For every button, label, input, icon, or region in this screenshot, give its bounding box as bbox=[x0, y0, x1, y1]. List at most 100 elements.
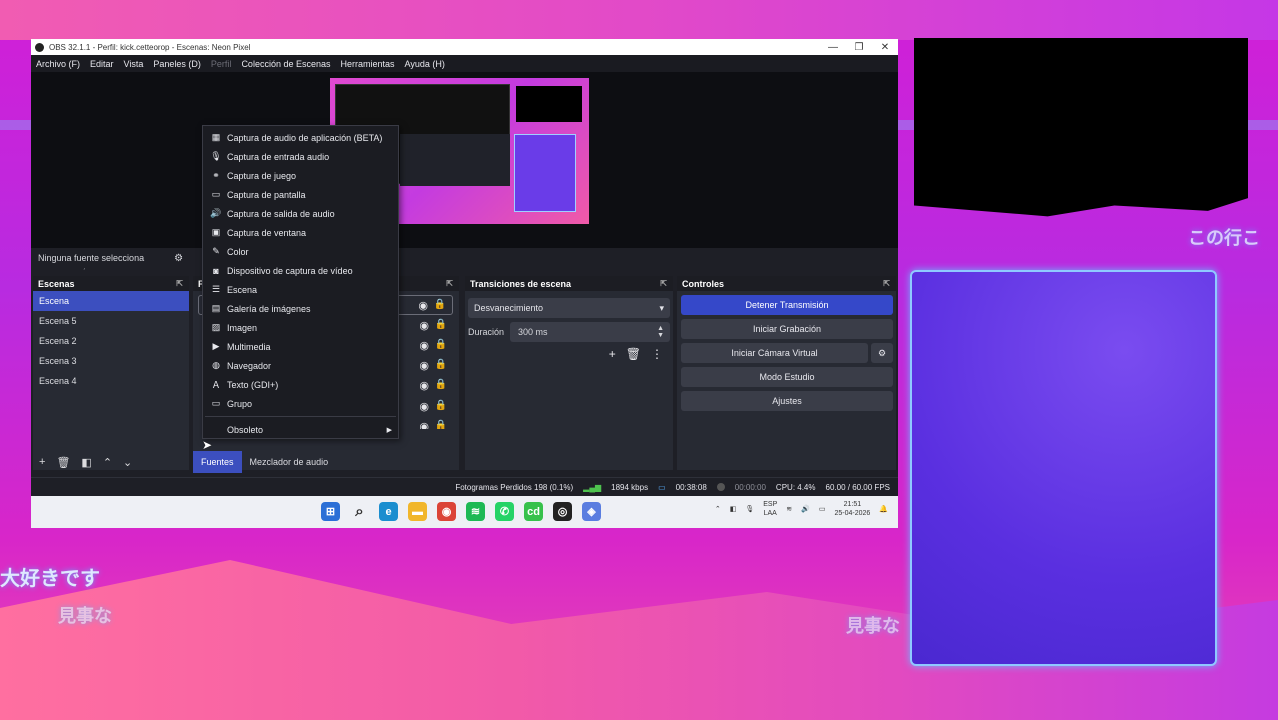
stepper-icon[interactable]: ▲ ▼ bbox=[657, 325, 664, 339]
lock-icon[interactable]: 🔒 bbox=[435, 400, 447, 411]
scene-item[interactable]: Escena 2 bbox=[33, 331, 189, 351]
spotify-icon[interactable]: ≋ bbox=[466, 502, 485, 521]
add-icon[interactable]: + bbox=[39, 456, 45, 468]
filter-icon[interactable]: ◧ bbox=[81, 456, 91, 469]
context-menu-item[interactable]: ▦ Captura de audio de aplicación (BETA) bbox=[203, 128, 398, 147]
cd-app-icon[interactable]: cd bbox=[524, 502, 543, 521]
context-menu-item[interactable]: ▨ Imagen bbox=[203, 318, 398, 337]
menu-file[interactable]: Archivo (F) bbox=[36, 59, 80, 69]
menu-view[interactable]: Vista bbox=[124, 59, 144, 69]
battery-icon[interactable]: ▭ bbox=[819, 505, 826, 513]
context-menu-item[interactable]: Ａ Texto (GDI+) bbox=[203, 375, 398, 394]
lock-icon[interactable]: 🔒 bbox=[435, 319, 447, 330]
context-menu-item[interactable]: ✎ Color bbox=[203, 242, 398, 261]
context-menu-item[interactable]: ▶ Multimedia bbox=[203, 337, 398, 356]
trash-icon[interactable]: 🗑 bbox=[626, 347, 641, 361]
studio-mode-button[interactable]: Modo Estudio bbox=[681, 367, 893, 387]
menu-help[interactable]: Ayuda (H) bbox=[405, 59, 445, 69]
notification-bell-icon[interactable]: 🔔 bbox=[879, 505, 888, 513]
transitions-dock: Transiciones de escena ⇱ Desvanecimiento… bbox=[465, 276, 673, 470]
language-indicator[interactable]: ESP LAA bbox=[763, 500, 777, 518]
minimize-button[interactable]: — bbox=[820, 42, 846, 53]
visibility-eye-icon[interactable]: ◉ bbox=[419, 319, 429, 332]
obs-icon[interactable]: ◎ bbox=[553, 502, 572, 521]
edge-icon[interactable]: e bbox=[379, 502, 398, 521]
maximize-button[interactable]: ❐ bbox=[846, 42, 872, 53]
visibility-eye-icon[interactable]: ◉ bbox=[419, 420, 429, 429]
context-menu-item[interactable]: ◙ Dispositivo de captura de vídeo bbox=[203, 261, 398, 280]
wifi-icon[interactable]: ≋ bbox=[786, 505, 792, 513]
whatsapp-icon[interactable]: ✆ bbox=[495, 502, 514, 521]
record-icon bbox=[716, 483, 725, 491]
context-menu-item[interactable]: ☰ Escena bbox=[203, 280, 398, 299]
gear-icon[interactable]: ⚙ bbox=[174, 253, 183, 264]
visibility-eye-icon[interactable]: ◉ bbox=[419, 400, 429, 413]
lock-icon[interactable]: 🔒 bbox=[435, 359, 447, 370]
menu-tools[interactable]: Herramientas bbox=[341, 59, 395, 69]
menu-scene-collection[interactable]: Colección de Escenas bbox=[241, 59, 330, 69]
dock-undock-icon[interactable]: ⇱ bbox=[446, 279, 453, 288]
context-menu-label: Texto (GDI+) bbox=[227, 379, 279, 390]
file-explorer-icon[interactable]: ▬ bbox=[408, 502, 427, 521]
preview-canvas[interactable]: — Zoom + Ajustar a la ventana ▼ bbox=[31, 72, 898, 270]
duration-input[interactable]: 300 ms ▲ ▼ bbox=[510, 322, 670, 342]
dock-undock-icon[interactable]: ⇱ bbox=[660, 279, 667, 288]
context-menu-item[interactable]: 🔊 Captura de salida de audio bbox=[203, 204, 398, 223]
scene-item[interactable]: Escena 5 bbox=[33, 311, 189, 331]
tray-app-icon[interactable]: ◧ bbox=[730, 505, 737, 513]
context-menu-item[interactable]: ⚭ Captura de juego bbox=[203, 166, 398, 185]
windows-start-icon[interactable]: ⊞ bbox=[321, 502, 340, 521]
scene-item[interactable]: Escena 4 bbox=[33, 371, 189, 391]
settings-button[interactable]: Ajustes bbox=[681, 391, 893, 411]
windows-taskbar: ⊞ ⌕ e ▬ ◉ ≋ ✆ cd ◎ ◈ ⌃ ◧ 🎙 ESP LAA ≋ 🔊 ▭ 21:51 25… bbox=[31, 496, 898, 528]
more-icon[interactable]: ⋮ bbox=[651, 347, 663, 361]
mouse-cursor-icon: ➤ bbox=[202, 438, 213, 452]
tab-sources[interactable]: Fuentes bbox=[193, 451, 242, 473]
visibility-eye-icon[interactable]: ◉ bbox=[419, 339, 429, 352]
context-menu-label: Color bbox=[227, 246, 249, 257]
microphone-icon[interactable]: 🎙 bbox=[745, 505, 754, 513]
menu-docks[interactable]: Paneles (D) bbox=[153, 59, 201, 69]
context-menu-item[interactable]: ▭ Captura de pantalla bbox=[203, 185, 398, 204]
clock[interactable]: 21:51 25-04-2026 bbox=[834, 500, 870, 518]
scenes-title: Escenas bbox=[38, 278, 75, 289]
transitions-header: Transiciones de escena ⇱ bbox=[465, 276, 673, 291]
tab-audio-mixer[interactable]: Mezclador de audio bbox=[242, 451, 337, 473]
context-menu-item[interactable]: ▣ Captura de ventana bbox=[203, 223, 398, 242]
transition-select[interactable]: Desvanecimiento ▾ bbox=[468, 298, 670, 318]
menu-edit[interactable]: Editar bbox=[90, 59, 114, 69]
context-menu-item[interactable]: 🎙 Captura de entrada audio bbox=[203, 147, 398, 166]
context-menu-item[interactable]: ▤ Galería de imágenes bbox=[203, 299, 398, 318]
chevron-up-icon[interactable]: ⌃ bbox=[103, 456, 112, 469]
menu-profile[interactable]: Perfil bbox=[211, 59, 232, 69]
dock-undock-icon[interactable]: ⇱ bbox=[176, 279, 183, 288]
start-recording-button[interactable]: Iniciar Grabación bbox=[681, 319, 893, 339]
context-menu-item[interactable]: Obsoleto ▶ bbox=[203, 420, 398, 439]
transition-selected-value: Desvanecimiento bbox=[474, 303, 544, 313]
chevron-down-icon[interactable]: ⌄ bbox=[123, 456, 132, 469]
lock-icon[interactable]: 🔒 bbox=[435, 379, 447, 390]
app-icon[interactable]: ◈ bbox=[582, 502, 601, 521]
visibility-eye-icon[interactable]: ◉ bbox=[419, 379, 429, 392]
stop-streaming-button[interactable]: Detener Transmisión bbox=[681, 295, 893, 315]
speaker-icon[interactable]: 🔊 bbox=[801, 505, 810, 513]
chevron-up-icon[interactable]: ⌃ bbox=[715, 505, 721, 513]
lock-icon[interactable]: 🔒 bbox=[435, 339, 447, 350]
search-icon[interactable]: ⌕ bbox=[350, 502, 369, 521]
chrome-icon[interactable]: ◉ bbox=[437, 502, 456, 521]
add-icon[interactable]: + bbox=[609, 347, 616, 361]
close-button[interactable]: ✕ bbox=[872, 42, 898, 53]
dock-undock-icon[interactable]: ⇱ bbox=[883, 279, 890, 288]
lock-icon[interactable]: 🔒 bbox=[434, 299, 446, 310]
context-menu-item[interactable]: ▭ Grupo bbox=[203, 394, 398, 413]
scene-item[interactable]: Escena 3 bbox=[33, 351, 189, 371]
start-virtual-camera-button[interactable]: Iniciar Cámara Virtual bbox=[681, 343, 868, 363]
visibility-eye-icon[interactable]: ◉ bbox=[419, 359, 429, 372]
trash-icon[interactable]: 🗑 bbox=[56, 456, 70, 469]
scene-item[interactable]: Escena bbox=[33, 291, 189, 311]
gear-icon[interactable]: ⚙ bbox=[871, 343, 893, 363]
visibility-eye-icon[interactable]: ◉ bbox=[418, 299, 428, 312]
lock-icon[interactable]: 🔒 bbox=[435, 420, 447, 429]
controls-header: Controles ⇱ bbox=[677, 276, 896, 291]
context-menu-item[interactable]: ◍ Navegador bbox=[203, 356, 398, 375]
